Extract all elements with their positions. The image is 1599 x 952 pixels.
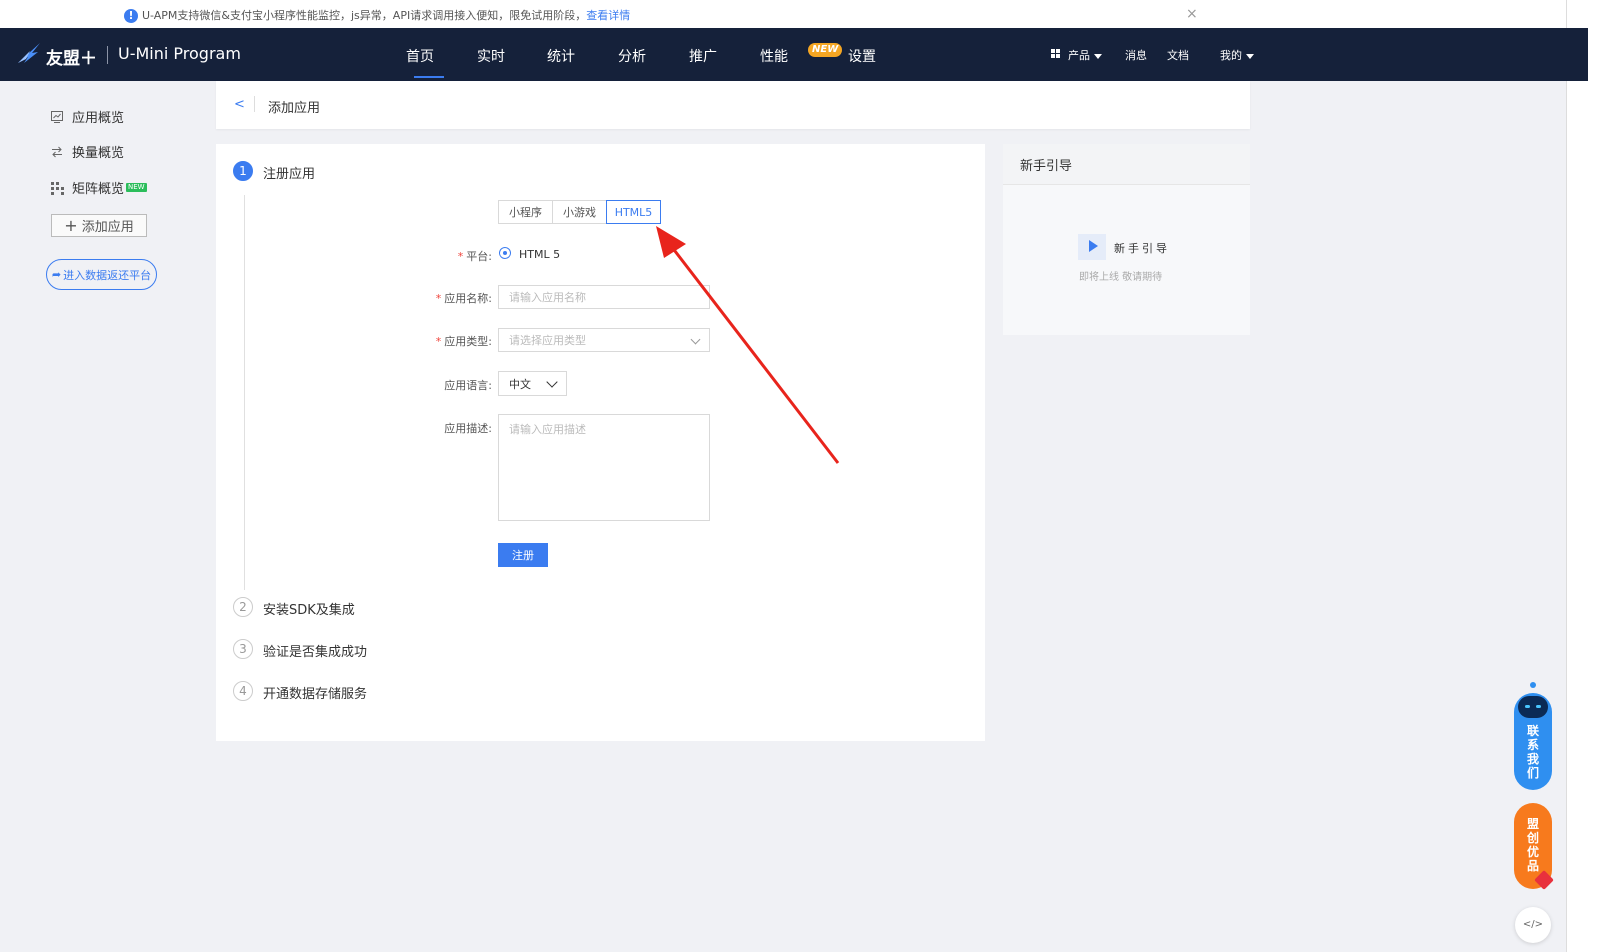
nav-promotion[interactable]: 推广: [689, 46, 717, 66]
notice-text: U-APM支持微信&支付宝小程序性能监控，js异常，API请求调用接入便知，限免…: [142, 7, 630, 23]
sidebar-item-label: 换量概览: [72, 146, 125, 161]
sidebar-item-label: 矩阵概览: [72, 182, 125, 197]
title-divider: [254, 96, 255, 112]
chevron-down-icon: [546, 376, 558, 388]
grid-icon: [1051, 49, 1060, 58]
umeng-logo-icon[interactable]: [16, 41, 42, 67]
chart-monitor-icon: [51, 110, 63, 123]
guide-coming-soon: 即将上线 敬请期待: [1079, 272, 1163, 283]
messages-link[interactable]: 消息: [1125, 47, 1147, 63]
required-mark: *: [435, 335, 442, 348]
guide-title: 新手引导: [1020, 159, 1073, 174]
robot-eye: [1536, 705, 1541, 708]
plus-icon: +: [64, 216, 78, 235]
logo-divider: [107, 46, 108, 64]
sidebar-item-matrix-overview[interactable]: 矩阵概览 NEW: [50, 178, 147, 197]
app-name-label-text: 应用名称: [444, 292, 489, 305]
required-mark: *: [457, 250, 464, 263]
enter-data-platform-button[interactable]: ➦ 进入数据返还平台: [46, 259, 157, 290]
tab-mini-game[interactable]: 小游戏: [552, 200, 607, 224]
step-connector-line: [244, 195, 245, 590]
sidebar-item-app-overview[interactable]: 应用概览: [50, 107, 124, 126]
step-3-indicator: 3: [233, 639, 253, 659]
step-1-label: 注册应用: [263, 167, 316, 182]
add-app-label: 添加应用: [81, 220, 134, 235]
step-1-indicator: 1: [233, 161, 253, 181]
sidebar-item-swap-overview[interactable]: 换量概览: [50, 142, 124, 161]
add-app-button[interactable]: + 添加应用: [51, 214, 147, 237]
step-4-label: 开通数据存储服务: [263, 687, 368, 702]
tab-mini-program[interactable]: 小程序: [498, 200, 553, 224]
platform-label: * 平台:: [457, 250, 492, 263]
step-4-indicator: 4: [233, 681, 253, 701]
annotation-arrow-icon: [656, 226, 840, 464]
robot-eye: [1525, 705, 1530, 708]
new-badge: NEW: [126, 183, 147, 192]
nav-realtime[interactable]: 实时: [477, 46, 505, 66]
notice-message: U-APM支持微信&支付宝小程序性能监控，js异常，API请求调用接入便知，限免…: [142, 9, 587, 22]
step-3-label: 验证是否集成成功: [263, 645, 368, 660]
share-arrow-icon: ➦: [51, 268, 62, 281]
nav-settings[interactable]: 设置: [848, 46, 876, 66]
docs-link[interactable]: 文档: [1167, 47, 1189, 63]
brand-name[interactable]: 友盟＋: [46, 44, 97, 69]
info-icon: !: [124, 9, 138, 23]
nav-performance[interactable]: 性能: [760, 46, 788, 66]
promo-label: 盟创优品: [1526, 817, 1539, 873]
notice-detail-link[interactable]: 查看详情: [586, 9, 630, 22]
app-type-label: * 应用类型:: [435, 335, 492, 348]
app-description-label: 应用描述:: [444, 422, 492, 435]
app-type-placeholder: 请选择应用类型: [509, 334, 586, 347]
enter-platform-label: 进入数据返还平台: [63, 268, 152, 282]
user-menu[interactable]: 我的: [1220, 47, 1254, 63]
new-badge: NEW: [808, 43, 843, 57]
app-language-label: 应用语言:: [444, 379, 492, 392]
robot-face-icon: [1518, 696, 1548, 718]
swap-arrows-icon: [52, 146, 62, 157]
app-type-label-text: 应用类型: [444, 335, 489, 348]
required-mark: *: [435, 292, 442, 305]
app-description-label-text: 应用描述: [444, 422, 489, 435]
sidebar-item-label: 应用概览: [72, 111, 125, 126]
contact-us-label: 联系我们: [1526, 724, 1539, 780]
app-name-label: * 应用名称:: [435, 292, 492, 305]
close-icon[interactable]: ×: [1186, 6, 1198, 22]
nav-analysis[interactable]: 分析: [618, 46, 646, 66]
robot-antenna-icon: [1530, 682, 1536, 688]
back-chevron-icon[interactable]: <: [234, 97, 245, 112]
products-label: 产品: [1068, 49, 1090, 62]
radio-selected-dot: [503, 251, 507, 255]
step-2-indicator: 2: [233, 597, 253, 617]
app-language-value: 中文: [509, 377, 531, 391]
guide-video-label: 新手引导: [1114, 242, 1170, 255]
nav-active-indicator: [414, 76, 444, 78]
nav-statistics[interactable]: 统计: [547, 46, 575, 66]
product-name[interactable]: U-Mini Program: [118, 44, 241, 63]
window-edge: [1566, 0, 1599, 952]
products-menu[interactable]: 产品: [1068, 47, 1102, 63]
platform-label-text: 平台: [466, 250, 489, 263]
code-chat-icon[interactable]: </>: [1515, 907, 1551, 943]
page-title: 添加应用: [268, 101, 321, 116]
caret-down-icon: [1246, 53, 1254, 59]
matrix-grid-icon: [51, 181, 64, 195]
platform-radio-label: HTML 5: [519, 248, 561, 261]
play-icon: [1089, 240, 1098, 252]
page-title-bar: [216, 81, 1250, 129]
app-language-select[interactable]: 中文: [498, 371, 567, 396]
app-language-label-text: 应用语言: [444, 379, 489, 392]
register-button[interactable]: 注册: [498, 543, 548, 567]
nav-home[interactable]: 首页: [406, 46, 434, 66]
user-menu-label: 我的: [1220, 49, 1242, 62]
caret-down-icon: [1094, 53, 1102, 59]
step-2-label: 安装SDK及集成: [263, 603, 355, 618]
